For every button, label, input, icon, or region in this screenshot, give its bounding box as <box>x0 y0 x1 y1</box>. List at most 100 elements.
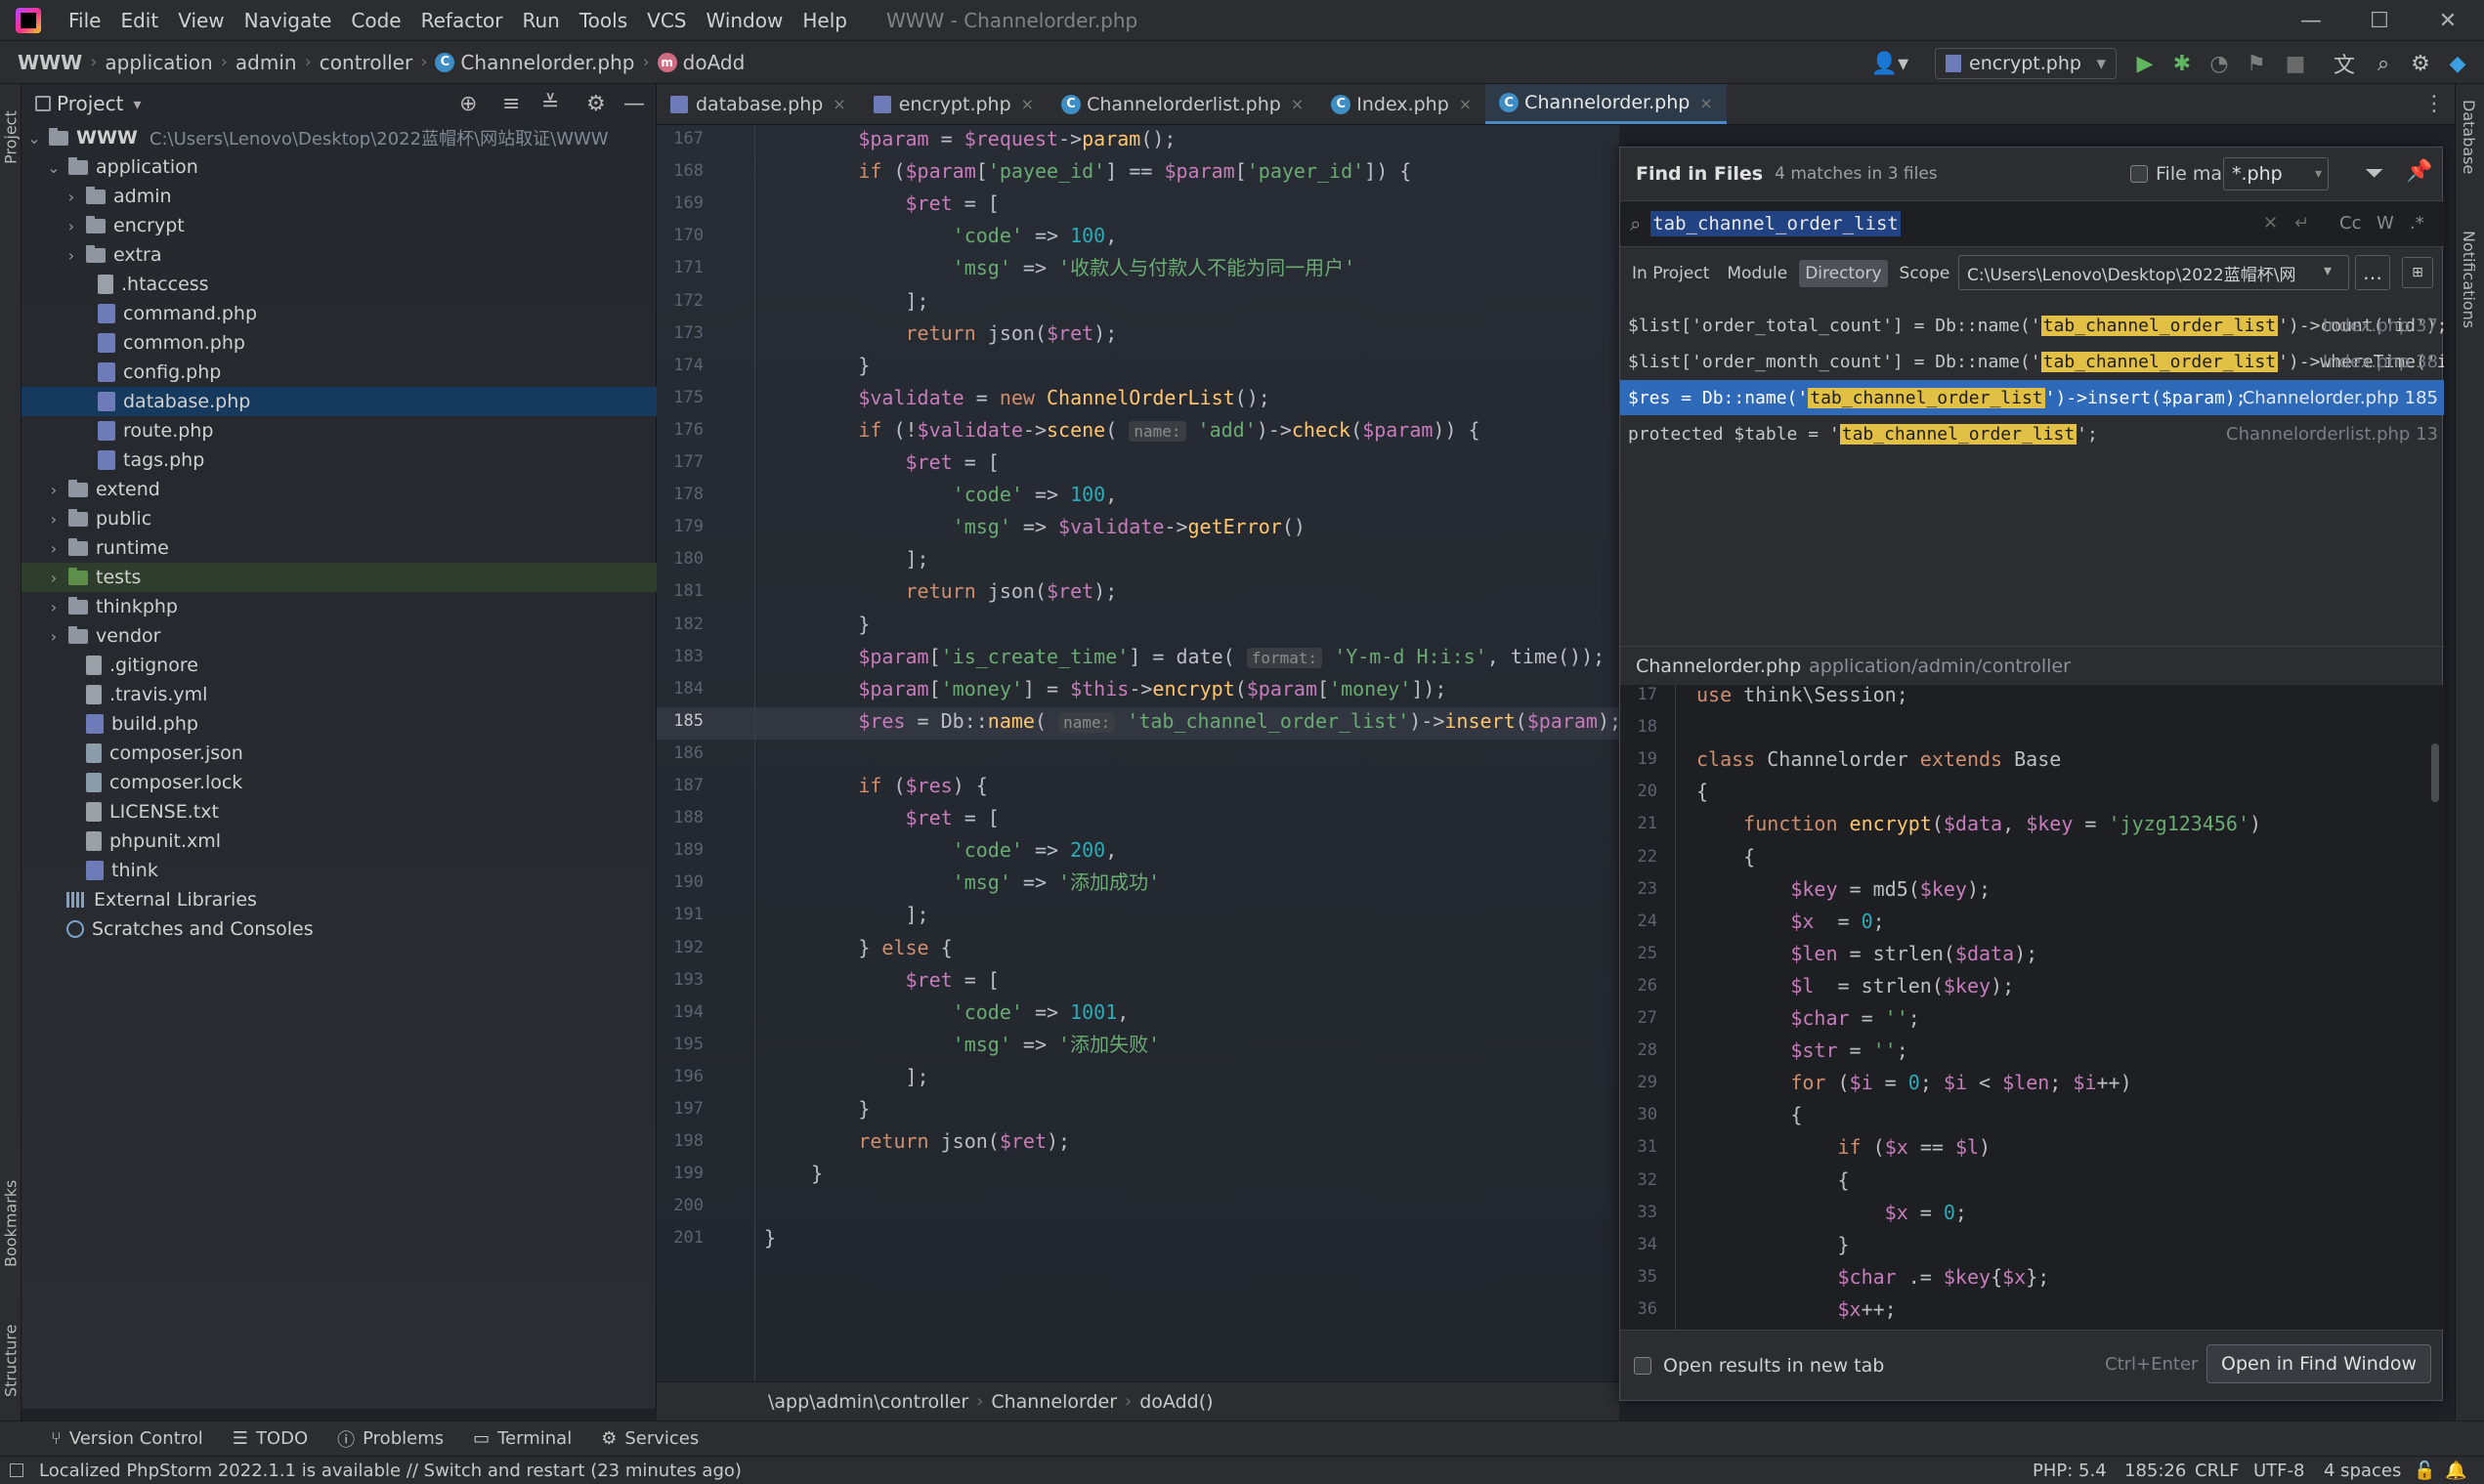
hide-icon[interactable]: — <box>623 92 645 116</box>
run-configuration-select[interactable]: encrypt.php ▾ <box>1935 48 2117 79</box>
clear-icon[interactable]: ✕ <box>2263 213 2278 233</box>
menu-window[interactable]: Window <box>696 9 792 32</box>
translate-icon[interactable]: 文 <box>2330 49 2359 78</box>
editor-breadcrumb-method[interactable]: doAdd() <box>1139 1391 1213 1413</box>
search-icon[interactable]: ⌕ <box>2369 49 2398 78</box>
structure-tool-tab[interactable]: Structure <box>0 1307 21 1415</box>
search-input[interactable]: tab_channel_order_list <box>1650 211 1901 236</box>
filter-icon[interactable]: ⏷ <box>2365 159 2383 187</box>
menu-code[interactable]: Code <box>341 9 410 32</box>
menu-run[interactable]: Run <box>513 9 570 32</box>
run-icon[interactable]: ▶ <box>2130 49 2160 78</box>
todo-tab[interactable]: ☰ TODO <box>233 1428 308 1449</box>
services-tab[interactable]: ⚙ Services <box>601 1428 699 1449</box>
match-case-icon[interactable]: Cc <box>2339 213 2361 233</box>
tree-item[interactable]: .gitignore <box>21 651 657 680</box>
new-line-icon[interactable]: ↵ <box>2294 213 2309 233</box>
tree-item[interactable]: tags.php <box>21 445 657 475</box>
preview-editor[interactable]: 17 use think\Session; 18 19 class Channelord… <box>1620 685 2444 1330</box>
tree-root[interactable]: ⌄ WWW C:\Users\Lenovo\Desktop\2022蓝帽杯\网站… <box>21 123 657 152</box>
menu-vcs[interactable]: VCS <box>637 9 696 32</box>
editor-breadcrumb-namespace[interactable]: \app\admin\controller <box>768 1391 968 1413</box>
browse-icon[interactable]: … <box>2355 255 2390 290</box>
close-tab-icon[interactable]: × <box>1699 94 1712 112</box>
php-level[interactable]: PHP: 5.4 <box>2033 1461 2107 1481</box>
notifications-tool-tab[interactable]: Notifications <box>2460 231 2478 328</box>
tree-item[interactable]: › extra <box>21 240 657 270</box>
terminal-tab[interactable]: ▭ Terminal <box>473 1428 572 1449</box>
menu-refactor[interactable]: Refactor <box>411 9 513 32</box>
close-tab-icon[interactable]: × <box>1021 95 1034 113</box>
tree-item[interactable]: composer.lock <box>21 768 657 797</box>
breadcrumb-controller[interactable]: controller <box>320 51 412 74</box>
pin-icon[interactable]: 📌 <box>2406 159 2432 184</box>
tab-channelorderlist-php[interactable]: C Channelorderlist.php × <box>1048 84 1317 124</box>
tree-item[interactable]: › tests <box>21 563 657 592</box>
tree-item[interactable]: config.php <box>21 358 657 387</box>
maximize-icon[interactable]: ☐ <box>2345 0 2414 41</box>
tree-item[interactable]: think <box>21 856 657 885</box>
tree-item[interactable]: › thinkphp <box>21 592 657 621</box>
open-new-tab-toggle[interactable]: Open results in new tab <box>1634 1355 1884 1377</box>
profile-icon[interactable]: ⚑ <box>2242 49 2271 78</box>
notifications-icon[interactable]: 🔔 <box>2445 1461 2466 1481</box>
open-new-tab-checkbox[interactable] <box>1634 1356 1651 1375</box>
chevron-down-icon[interactable]: ▾ <box>2324 261 2332 279</box>
tree-item[interactable]: LICENSE.txt <box>21 797 657 827</box>
result-row[interactable]: $list['order_month_count'] = Db::name(' t… <box>1620 344 2444 379</box>
preview-scrollbar[interactable] <box>2431 743 2439 802</box>
close-icon[interactable]: ✕ <box>2414 0 2482 41</box>
open-in-find-window-button[interactable]: Open in Find Window <box>2206 1344 2431 1383</box>
tree-item[interactable]: › public <box>21 504 657 533</box>
tree-item[interactable]: database.php <box>21 387 657 416</box>
indent-setting[interactable]: 4 spaces <box>2324 1461 2401 1481</box>
gear-icon[interactable]: ⚙ <box>2406 49 2435 78</box>
problems-tab[interactable]: ⓘ Problems <box>337 1426 444 1452</box>
close-tab-icon[interactable]: × <box>1459 95 1472 113</box>
tree-item[interactable]: composer.json <box>21 739 657 768</box>
menu-help[interactable]: Help <box>792 9 857 32</box>
tree-item[interactable]: common.php <box>21 328 657 358</box>
database-tool-tab[interactable]: Database <box>2460 100 2478 174</box>
tab-database-php[interactable]: database.php × <box>657 84 860 124</box>
file-mask-checkbox[interactable] <box>2130 165 2148 183</box>
whole-words-icon[interactable]: W <box>2377 213 2394 233</box>
result-row[interactable]: $list['order_total_count'] = Db::name(' t… <box>1620 308 2444 343</box>
project-panel-title[interactable]: Project <box>57 92 123 115</box>
minimize-icon[interactable]: — <box>2277 0 2345 41</box>
tree-item[interactable]: .htaccess <box>21 270 657 299</box>
tree-item[interactable]: route.php <box>21 416 657 445</box>
close-tab-icon[interactable]: × <box>1291 95 1304 113</box>
coverage-icon[interactable]: ◔ <box>2205 49 2234 78</box>
tree-item[interactable]: › runtime <box>21 533 657 563</box>
lock-icon[interactable]: 🔓 <box>2414 1461 2435 1481</box>
menu-navigate[interactable]: Navigate <box>235 9 342 32</box>
tree-item[interactable]: .travis.yml <box>21 680 657 709</box>
status-toggle-icon[interactable] <box>10 1463 23 1477</box>
editor-breadcrumb-class[interactable]: Channelorder <box>991 1391 1117 1413</box>
menu-view[interactable]: View <box>168 9 234 32</box>
result-row[interactable]: protected $table = ' tab_channel_order_li… <box>1620 416 2444 451</box>
gear-icon[interactable]: ⚙ <box>586 92 606 116</box>
file-encoding[interactable]: UTF-8 <box>2253 1461 2304 1481</box>
tree-item[interactable]: build.php <box>21 709 657 739</box>
tree-item[interactable]: › extend <box>21 475 657 504</box>
breadcrumb-method[interactable]: doAdd <box>683 51 746 74</box>
tree-item[interactable]: phpunit.xml <box>21 827 657 856</box>
breadcrumb-file[interactable]: Channelorder.php <box>460 51 634 74</box>
user-icon[interactable]: 👤▾ <box>1868 49 1911 78</box>
project-tool-tab[interactable]: Project <box>0 94 21 182</box>
tree-item[interactable]: › encrypt <box>21 211 657 240</box>
collapse-all-icon[interactable]: ≚ <box>541 92 559 116</box>
debug-icon[interactable]: ✱ <box>2167 49 2197 78</box>
scope-module[interactable]: Module <box>1721 260 1793 287</box>
stop-icon[interactable]: ■ <box>2281 49 2310 78</box>
caret-position[interactable]: 185:26 <box>2124 1461 2186 1481</box>
code-editor[interactable]: 167 $param = $request->param(); 168 if ($… <box>657 125 1619 1381</box>
breadcrumb-admin[interactable]: admin <box>236 51 297 74</box>
tree-item[interactable]: command.php <box>21 299 657 328</box>
chevron-down-icon[interactable]: ▾ <box>2315 166 2322 182</box>
jetbrains-toolbox-icon[interactable]: ◆ <box>2443 49 2472 78</box>
scope-scope[interactable]: Scope <box>1894 260 1956 287</box>
scope-in-project[interactable]: In Project <box>1626 260 1715 287</box>
